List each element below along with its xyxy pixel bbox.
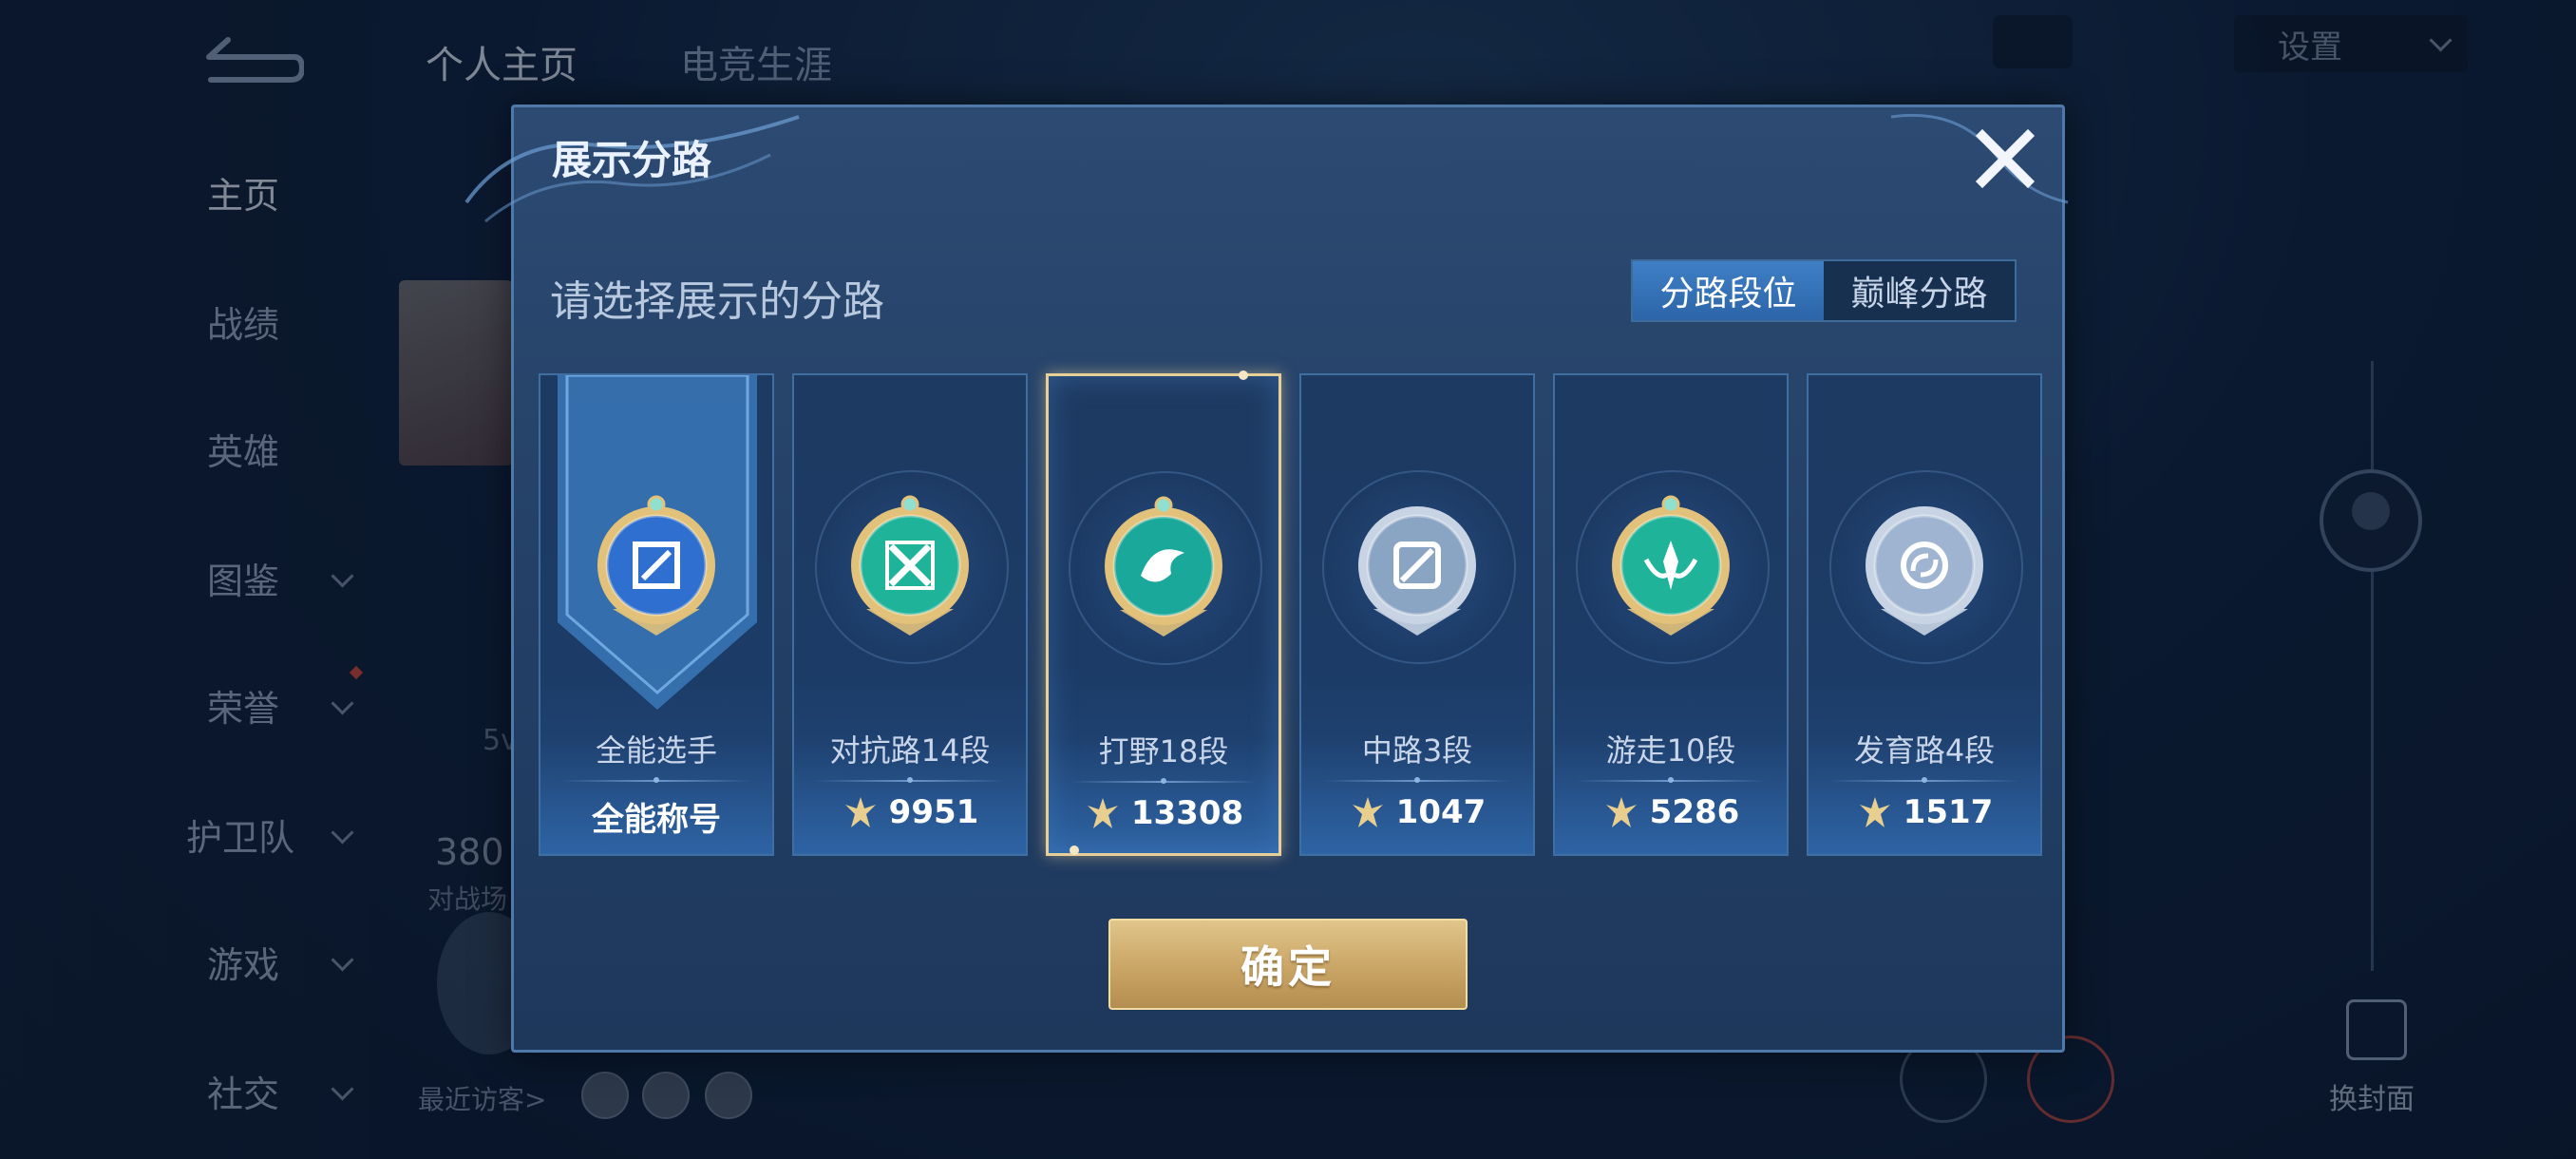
lane-card[interactable]: 打野18段 13308 [1046, 370, 1281, 856]
mid-lane-emblem-icon [1358, 506, 1476, 636]
farm-lane-emblem-icon [1866, 506, 1983, 636]
lane-card[interactable]: 中路3段 1047 [1299, 373, 1535, 856]
lane-value-text: 13308 [1130, 794, 1244, 832]
roam-emblem-icon [1612, 495, 1730, 636]
lane-points-icon [1352, 797, 1383, 827]
lane-name: 全能选手 [595, 732, 717, 769]
lane-value-text: 5286 [1649, 793, 1740, 831]
lane-name: 打野18段 [1098, 733, 1229, 770]
lane-card[interactable]: 发育路4段 1517 [1807, 373, 2042, 856]
lane-name: 对抗路14段 [829, 732, 991, 769]
confirm-button[interactable]: 确定 [1108, 919, 1468, 1010]
divider [1322, 777, 1512, 783]
close-icon[interactable] [1969, 123, 2041, 195]
lane-points-icon [1859, 797, 1890, 827]
lane-value: 5286 [1555, 793, 1787, 831]
divider [1070, 778, 1258, 784]
lane-value: 9951 [794, 793, 1026, 831]
lane-mode-toggle: 分路段位 巅峰分路 [1631, 259, 2017, 322]
selection-corner-dot [1239, 370, 1248, 380]
all-round-emblem-icon [597, 495, 715, 636]
lane-value-text: 1517 [1903, 793, 1994, 831]
lane-value-text: 1047 [1395, 793, 1487, 831]
dialog-subtitle: 请选择展示的分路 [550, 277, 884, 326]
divider [1576, 777, 1766, 783]
clash-lane-emblem-icon [851, 495, 969, 636]
jungle-emblem-icon [1105, 496, 1222, 636]
divider [1829, 777, 2019, 783]
lane-value: 1517 [1809, 793, 2040, 831]
lane-card[interactable]: 对抗路14段 9951 [792, 373, 1028, 856]
dialog-title: 展示分路 [552, 137, 712, 183]
lane-name: 中路3段 [1361, 732, 1473, 769]
lane-card[interactable]: 全能选手 全能称号 [539, 373, 774, 856]
lane-value: 13308 [1049, 794, 1279, 832]
display-lane-dialog: 展示分路 请选择展示的分路 分路段位 巅峰分路 全能选手 全能称号 对抗路14段 99… [464, 104, 2069, 1053]
lane-value: 1047 [1301, 793, 1533, 831]
tab-lane-rank[interactable]: 分路段位 [1633, 261, 1824, 320]
tab-peak-lane[interactable]: 巅峰分路 [1824, 261, 2015, 320]
selection-corner-dot [1070, 846, 1079, 855]
lane-name: 游走10段 [1605, 732, 1736, 769]
lane-value-text: 全能称号 [592, 801, 721, 839]
lane-value: 全能称号 [540, 793, 772, 840]
lane-points-icon [844, 797, 876, 827]
lane-points-icon [1605, 797, 1637, 827]
lane-card[interactable]: 游走10段 5286 [1553, 373, 1789, 856]
lane-value-text: 9951 [888, 793, 979, 831]
lane-name: 发育路4段 [1853, 732, 1996, 769]
divider [815, 777, 1005, 783]
divider [561, 777, 751, 783]
lane-points-icon [1087, 798, 1118, 828]
